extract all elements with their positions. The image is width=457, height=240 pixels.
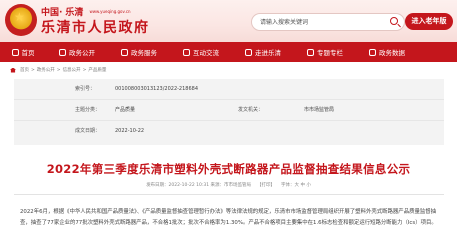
meta-row-category: 主题分类： 产品质量 发文机关： 市市场监管局	[14, 100, 444, 121]
chat-icon	[183, 48, 190, 56]
home-icon	[10, 67, 16, 73]
meta-row-index: 索引号： 001008003013123/2022-218684	[14, 79, 444, 100]
nav-special-topics[interactable]: 专题专栏	[294, 42, 356, 62]
issuer-value: 市市场监管局	[304, 107, 335, 113]
search-box[interactable]	[251, 13, 405, 31]
index-value: 001008003013123/2022-218684	[115, 86, 199, 92]
font-size-options[interactable]: 字体：大 中 小	[281, 182, 311, 188]
nav-gov-data[interactable]: 政务数据	[356, 42, 418, 62]
search-input[interactable]	[260, 16, 378, 28]
breadcrumb-separator: >	[82, 67, 87, 73]
nav-gov-affairs-open[interactable]: 政务公开	[46, 42, 108, 62]
article-subinfo: 发布日期：2022-10-22 10:31 来源：市市场监管局 【打印】 字体：…	[0, 182, 457, 188]
article-paragraph: 2022年6月，根据《中华人民共和国产品质量法》、《产品质量监督抽查管理暂行办法…	[20, 209, 437, 226]
topic-icon	[307, 48, 314, 56]
print-link[interactable]: 【打印】	[257, 182, 275, 188]
breadcrumb-separator: >	[56, 67, 61, 73]
nav-interaction[interactable]: 互动交流	[170, 42, 232, 62]
divider	[14, 194, 444, 195]
breadcrumb-info-open[interactable]: 信息公开	[63, 67, 81, 73]
logo-url: www.yueqing.gov.cn	[89, 9, 131, 14]
building-icon	[245, 48, 252, 56]
issuer-label: 发文机关：	[238, 107, 264, 113]
date-value: 2022-10-22	[115, 128, 145, 134]
data-icon	[369, 48, 376, 56]
elder-mode-button[interactable]: 进入老年版	[405, 13, 453, 30]
breadcrumb-gov-open[interactable]: 政务公开	[37, 67, 55, 73]
nav-home[interactable]: 首页	[0, 42, 46, 62]
article-title: 2022年第三季度乐清市塑料外壳式断路器产品监督抽查结果信息公示	[46, 162, 411, 176]
index-label: 索引号：	[75, 86, 96, 92]
service-icon	[121, 48, 128, 56]
breadcrumb-separator: >	[31, 67, 35, 73]
nav-gov-service[interactable]: 政务服务	[108, 42, 170, 62]
publish-info: 发布日期：2022-10-22 10:31 来源：市市场监管局	[146, 183, 252, 188]
breadcrumb-product-quality[interactable]: 产品质量	[88, 67, 106, 73]
main-nav: 首页 政务公开 政务服务 互动交流 走进乐清 专题专栏 政务数据	[0, 42, 457, 62]
date-label: 成文日期：	[75, 128, 101, 134]
document-icon	[59, 48, 66, 56]
meta-row-date: 成文日期： 2022-10-22	[14, 121, 444, 141]
category-label: 主题分类：	[75, 107, 101, 113]
site-name[interactable]: 乐清市人民政府	[41, 17, 150, 37]
breadcrumb: 首页 > 政务公开 > 信息公开 > 产品质量	[10, 67, 106, 73]
national-emblem-icon: ★	[5, 4, 37, 36]
site-header: ★ 中国· 乐清 www.yueqing.gov.cn 乐清市人民政府 进入老年…	[0, 0, 457, 42]
category-value: 产品质量	[115, 107, 136, 113]
nav-about-yueqing[interactable]: 走进乐清	[232, 42, 294, 62]
search-icon[interactable]	[390, 17, 398, 25]
document-meta-table: 索引号： 001008003013123/2022-218684 主题分类： 产…	[14, 79, 444, 145]
breadcrumb-home[interactable]: 首页	[20, 67, 29, 73]
home-nav-icon	[11, 48, 19, 56]
